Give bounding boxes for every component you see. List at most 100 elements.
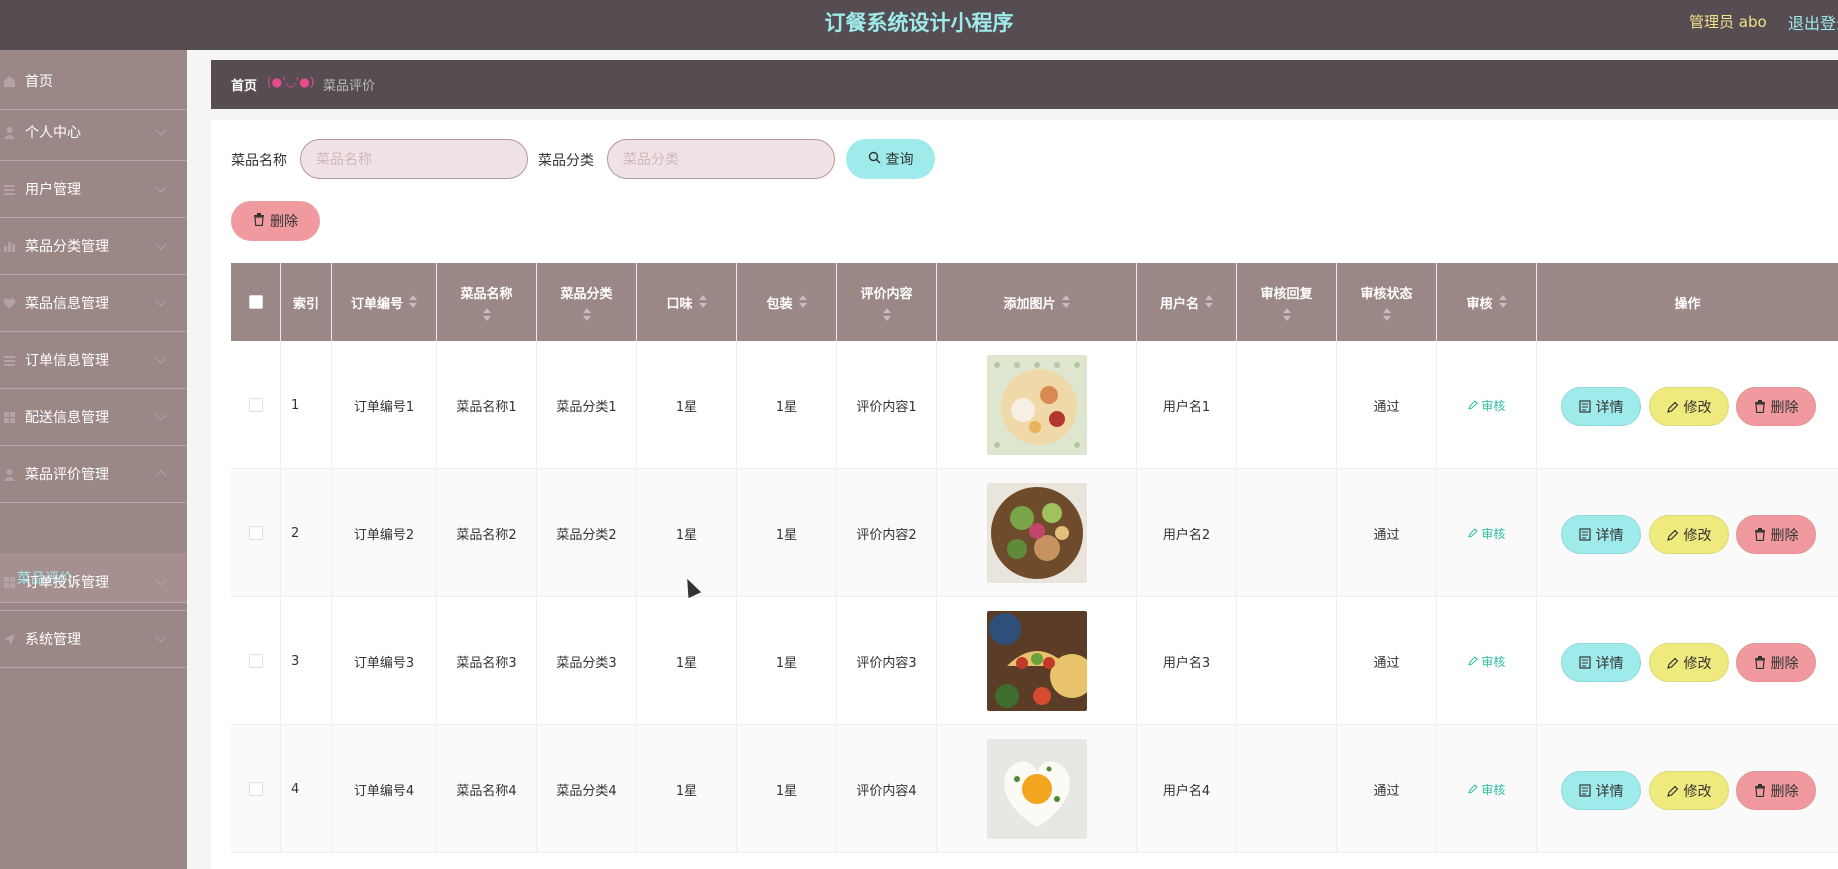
cell-text: 1星 bbox=[775, 655, 798, 671]
cell-dish-category: 菜品分类1 bbox=[537, 341, 637, 469]
sidebar-item-order-info[interactable]: 订单信息管理 bbox=[0, 332, 187, 389]
sidebar: 首页 个人中心 用户管理 菜品分类管理 菜品信息管理 订单信息管理 配送信息管理… bbox=[0, 50, 187, 869]
header-taste[interactable]: 口味 bbox=[637, 263, 737, 341]
header-status[interactable]: 审核状态 bbox=[1337, 263, 1437, 341]
edit-button[interactable]: 修改 bbox=[1649, 515, 1729, 554]
dish-thumbnail[interactable] bbox=[986, 739, 1087, 839]
header-username[interactable]: 用户名 bbox=[1137, 263, 1237, 341]
cell-audit: 审核 bbox=[1437, 469, 1537, 597]
sidebar-item-label: 首页 bbox=[25, 74, 53, 90]
sort-icon[interactable] bbox=[882, 307, 891, 322]
chevron-down-icon bbox=[155, 295, 167, 307]
cell-text: 通过 bbox=[1373, 655, 1400, 671]
cell-text: 1星 bbox=[675, 399, 698, 415]
top-bar: 订餐系统设计小程序 管理员 abo 退出登录 bbox=[0, 0, 1838, 54]
header-dish-category[interactable]: 菜品分类 bbox=[537, 263, 637, 341]
sort-icon[interactable] bbox=[698, 295, 707, 309]
detail-button[interactable]: 详情 bbox=[1561, 387, 1641, 426]
header-reply[interactable]: 审核回复 bbox=[1237, 263, 1337, 341]
sort-icon[interactable] bbox=[482, 307, 491, 322]
cell-text: 菜品分类3 bbox=[556, 655, 617, 671]
cell-index: 3 bbox=[281, 597, 332, 725]
detail-button[interactable]: 详情 bbox=[1561, 771, 1641, 810]
edit-button[interactable]: 修改 bbox=[1649, 771, 1729, 810]
detail-button[interactable]: 详情 bbox=[1561, 515, 1641, 554]
cell-order-no: 订单编号3 bbox=[332, 597, 437, 725]
sort-icon[interactable] bbox=[409, 295, 417, 309]
sidebar-item-home[interactable]: 首页 bbox=[0, 53, 187, 110]
query-button[interactable]: 查询 bbox=[846, 139, 935, 179]
header-audit[interactable]: 审核 bbox=[1437, 263, 1537, 341]
edit-button[interactable]: 修改 bbox=[1649, 387, 1729, 426]
select-all-cell bbox=[231, 263, 281, 341]
dish-thumbnail[interactable] bbox=[986, 611, 1094, 711]
row-checkbox[interactable] bbox=[248, 782, 263, 796]
sidebar-item-user-management[interactable]: 用户管理 bbox=[0, 161, 187, 218]
sidebar-item-dish-info[interactable]: 菜品信息管理 bbox=[0, 275, 187, 332]
send-icon bbox=[2, 632, 16, 646]
cell-text: 用户名4 bbox=[1162, 783, 1211, 799]
row-checkbox[interactable] bbox=[248, 654, 263, 668]
sort-icon[interactable] bbox=[798, 295, 807, 309]
cell-text: 通过 bbox=[1373, 527, 1400, 543]
sidebar-item-label: 菜品评价管理 bbox=[25, 467, 109, 483]
delete-button[interactable]: 删除 bbox=[1736, 515, 1816, 554]
cell-status: 通过 bbox=[1337, 597, 1437, 725]
sidebar-item-system[interactable]: 系统管理 bbox=[0, 611, 187, 668]
audit-link[interactable]: 审核 bbox=[1467, 653, 1505, 670]
delete-button[interactable]: 删除 bbox=[1736, 771, 1816, 810]
cell-audit: 审核 bbox=[1437, 341, 1537, 469]
detail-button[interactable]: 详情 bbox=[1561, 643, 1641, 682]
sidebar-item-order-complaint[interactable]: 订单投诉管理 bbox=[0, 554, 187, 611]
sidebar-item-dish-review[interactable]: 菜品评价管理 bbox=[0, 446, 187, 503]
sort-icon[interactable] bbox=[1498, 295, 1507, 309]
dish-name-input[interactable] bbox=[300, 139, 528, 179]
sort-icon[interactable] bbox=[1205, 295, 1213, 309]
cell-dish-name: 菜品名称2 bbox=[437, 469, 537, 597]
header-order-no[interactable]: 订单编号 bbox=[332, 263, 437, 341]
trash-icon bbox=[253, 212, 265, 230]
sort-icon[interactable] bbox=[1282, 307, 1291, 322]
sidebar-item-label: 用户管理 bbox=[25, 182, 81, 198]
header-image[interactable]: 添加图片 bbox=[937, 263, 1137, 341]
sort-icon[interactable] bbox=[582, 307, 591, 322]
sidebar-item-delivery-info[interactable]: 配送信息管理 bbox=[0, 389, 187, 446]
edit-icon bbox=[1467, 527, 1478, 538]
cell-text: 评价内容2 bbox=[856, 527, 917, 543]
breadcrumb-home[interactable]: 首页 bbox=[231, 75, 257, 94]
dish-thumbnail[interactable] bbox=[986, 483, 1087, 583]
sort-icon[interactable] bbox=[1061, 295, 1070, 309]
header-dish-name[interactable]: 菜品名称 bbox=[437, 263, 537, 341]
sort-icon[interactable] bbox=[1382, 307, 1391, 322]
row-checkbox[interactable] bbox=[248, 526, 263, 540]
batch-delete-button[interactable]: 删除 bbox=[231, 201, 320, 241]
audit-link[interactable]: 审核 bbox=[1467, 781, 1505, 798]
logout-link[interactable]: 退出登录 bbox=[1788, 10, 1838, 34]
cell-status: 通过 bbox=[1337, 469, 1437, 597]
cell-status: 通过 bbox=[1337, 725, 1437, 853]
cell-actions: 详情 修改 删除 bbox=[1537, 341, 1838, 469]
sidebar-item-personal-center[interactable]: 个人中心 bbox=[0, 104, 187, 161]
edit-button[interactable]: 修改 bbox=[1649, 643, 1729, 682]
sidebar-item-dish-category[interactable]: 菜品分类管理 bbox=[0, 218, 187, 275]
cell-reply bbox=[1237, 725, 1337, 853]
delete-button[interactable]: 删除 bbox=[1736, 643, 1816, 682]
edit-icon bbox=[1666, 657, 1678, 669]
cell-packaging: 1星 bbox=[737, 469, 837, 597]
cell-reply bbox=[1237, 597, 1337, 725]
cell-taste: 1星 bbox=[637, 341, 737, 469]
header-content[interactable]: 评价内容 bbox=[837, 263, 937, 341]
audit-link[interactable]: 审核 bbox=[1467, 525, 1505, 542]
dish-thumbnail[interactable] bbox=[986, 355, 1087, 455]
audit-link[interactable]: 审核 bbox=[1467, 397, 1505, 414]
dish-name-label: 菜品名称 bbox=[231, 153, 287, 169]
header-label: 添加图片 bbox=[1003, 296, 1056, 312]
row-checkbox[interactable] bbox=[248, 398, 263, 412]
batch-delete-label: 删除 bbox=[270, 214, 298, 230]
cell-text: 菜品分类1 bbox=[556, 399, 617, 415]
select-all-checkbox[interactable] bbox=[248, 295, 263, 309]
header-label: 索引 bbox=[292, 296, 319, 312]
header-packaging[interactable]: 包装 bbox=[737, 263, 837, 341]
delete-button[interactable]: 删除 bbox=[1736, 387, 1816, 426]
dish-category-input[interactable] bbox=[607, 139, 835, 179]
